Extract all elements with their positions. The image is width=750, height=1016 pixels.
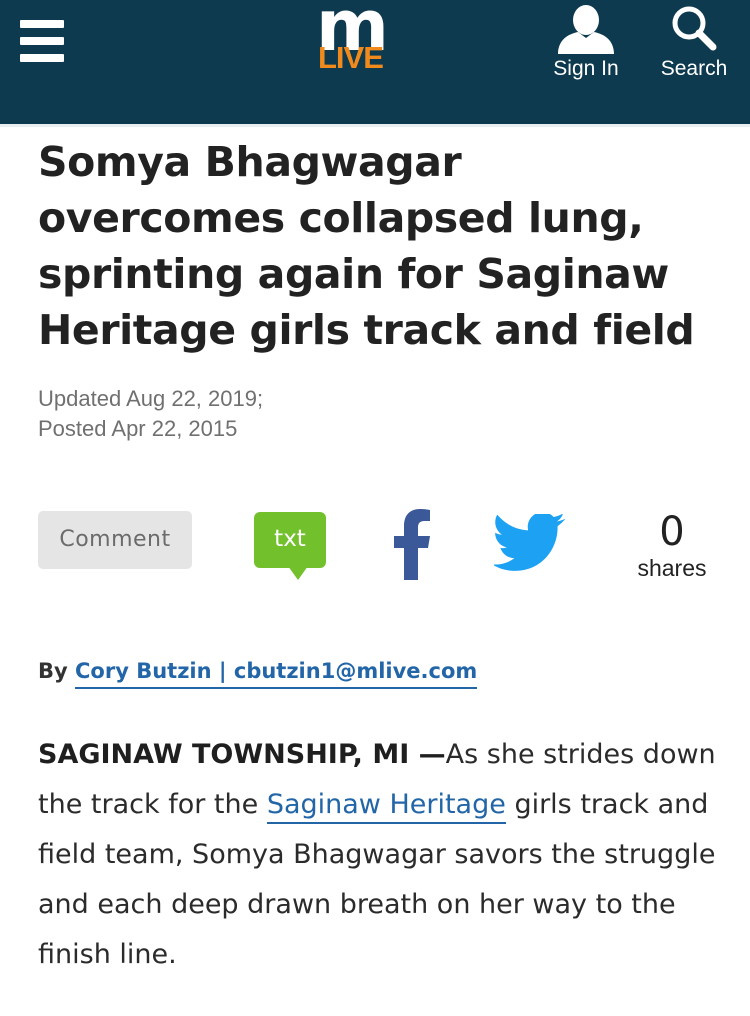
posted-date: Posted Apr 22, 2015 <box>38 416 238 441</box>
search-button[interactable]: Search <box>656 0 732 90</box>
share-count: 0 shares <box>626 510 718 582</box>
sign-in-label: Sign In <box>553 57 619 80</box>
saginaw-heritage-link[interactable]: Saginaw Heritage <box>266 789 506 824</box>
txt-icon: txt <box>254 512 326 568</box>
updated-date: Updated Aug 22, 2019; <box>38 386 264 411</box>
menu-icon-bar <box>20 37 64 45</box>
header-divider <box>0 124 750 127</box>
share-count-label: shares <box>637 555 707 581</box>
article-headline: Somya Bhagwagar overcomes collapsed lung… <box>38 138 695 354</box>
txt-icon-tail <box>288 566 308 580</box>
sign-in-button[interactable]: Sign In <box>548 0 624 90</box>
site-header: m LIVE Sign In Search <box>0 0 750 124</box>
menu-icon-bar <box>20 54 64 62</box>
menu-icon[interactable] <box>20 20 64 62</box>
facebook-icon[interactable] <box>392 508 432 580</box>
dateline: SAGINAW TOWNSHIP, MI — <box>38 739 446 770</box>
search-label: Search <box>660 57 728 80</box>
byline-prefix: By <box>38 659 68 683</box>
article-body: SAGINAW TOWNSHIP, MI —As she strides dow… <box>38 730 728 980</box>
twitter-icon[interactable] <box>494 514 566 574</box>
byline: By Cory Butzin | cbutzin1@mlive.com <box>38 656 478 689</box>
logo-live: LIVE <box>318 40 384 75</box>
search-icon <box>672 6 717 51</box>
user-icon <box>558 5 614 54</box>
comment-button[interactable]: Comment <box>38 511 192 569</box>
txt-share-button[interactable]: txt <box>254 512 326 582</box>
share-count-number: 0 <box>659 509 685 555</box>
menu-icon-bar <box>20 20 64 28</box>
author-link[interactable]: Cory Butzin | cbutzin1@mlive.com <box>75 659 478 689</box>
article-dates: Updated Aug 22, 2019; Posted Apr 22, 201… <box>38 384 263 444</box>
mlive-logo[interactable]: m LIVE <box>314 0 394 80</box>
